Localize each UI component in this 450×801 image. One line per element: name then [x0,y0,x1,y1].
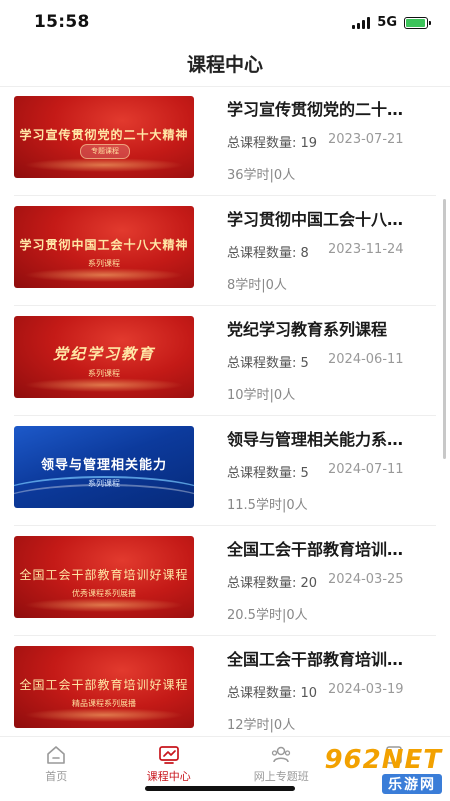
course-thumbnail[interactable]: 领导与管理相关能力 系列课程 [14,426,194,508]
course-title[interactable]: 全国工会干部教育培训… [227,646,437,670]
course-hours: 11.5学时|0人 [227,494,308,513]
course-date: 2024-03-19 [328,682,404,697]
thumb-title: 全国工会干部教育培训好课程 [14,566,194,583]
thumb-subtitle: 优秀课程系列展播 [14,588,194,599]
course-item[interactable]: 学习宣传贯彻党的二十大精神 专题课程 学习宣传贯彻党的二十… 总课程数量: 19… [0,86,450,196]
thumb-subtitle: 系列课程 [14,368,194,379]
thumb-title: 学习贯彻中国工会十八大精神 [14,236,194,253]
network-label: 5G [377,15,397,30]
course-date: 2024-03-25 [328,572,404,587]
course-date: 2024-07-11 [328,462,404,477]
tab-label: 网上专题班 [254,768,309,784]
course-list[interactable]: 学习宣传贯彻党的二十大精神 专题课程 学习宣传贯彻党的二十… 总课程数量: 19… [0,86,450,736]
course-item[interactable]: 领导与管理相关能力 系列课程 领导与管理相关能力系… 总课程数量: 5 2024… [0,416,450,526]
scrollbar[interactable] [443,199,446,459]
home-icon [45,745,67,765]
course-count: 总课程数量: 5 [227,462,309,481]
thumb-glow [24,158,184,172]
thumb-subtitle: 系列课程 [14,258,194,269]
people-icon [270,745,292,765]
thumb-glow [24,708,184,722]
thumb-title: 学习宣传贯彻党的二十大精神 [14,126,194,143]
tab-label: 课程中心 [147,768,191,784]
course-title[interactable]: 全国工会干部教育培训… [227,536,437,560]
thumb-glow [24,378,184,392]
course-thumbnail[interactable]: 学习贯彻中国工会十八大精神 系列课程 [14,206,194,288]
watermark-logo: 962NET 乐游网 [332,746,442,794]
status-bar: 15:58 5G [0,0,450,44]
course-date: 2024-06-11 [328,352,404,367]
tab-home[interactable]: 首页 [0,737,113,801]
thumb-title: 领导与管理相关能力 [14,454,194,473]
course-thumbnail[interactable]: 全国工会干部教育培训好课程 精品课程系列展播 [14,646,194,728]
thumb-subtitle: 系列课程 [14,478,194,489]
course-hours: 10学时|0人 [227,384,295,403]
course-hours: 8学时|0人 [227,274,287,293]
course-count: 总课程数量: 10 [227,682,317,701]
course-thumbnail[interactable]: 学习宣传贯彻党的二十大精神 专题课程 [14,96,194,178]
course-center-icon [158,745,180,765]
thumb-subtitle: 精品课程系列展播 [14,698,194,709]
tab-label: 首页 [45,768,67,784]
course-title[interactable]: 学习宣传贯彻党的二十… [227,96,437,120]
thumb-glow [24,268,184,282]
course-title[interactable]: 领导与管理相关能力系… [227,426,437,450]
course-hours: 36学时|0人 [227,164,295,183]
thumb-glow [24,598,184,612]
course-item[interactable]: 党纪学习教育 系列课程 党纪学习教育系列课程 总课程数量: 5 2024-06-… [0,306,450,416]
battery-level [406,19,425,27]
thumb-tag: 专题课程 [80,144,130,159]
course-count: 总课程数量: 5 [227,352,309,371]
course-title[interactable]: 学习贯彻中国工会十八… [227,206,437,230]
course-count: 总课程数量: 19 [227,132,317,151]
course-thumbnail[interactable]: 党纪学习教育 系列课程 [14,316,194,398]
course-count: 总课程数量: 20 [227,572,317,591]
thumb-title: 党纪学习教育 [14,343,194,364]
course-date: 2023-07-21 [328,132,404,147]
signal-icon [352,17,370,29]
status-indicators: 5G [352,15,428,30]
watermark-main: 962NET [324,746,442,774]
course-hours: 20.5学时|0人 [227,604,308,623]
course-title[interactable]: 党纪学习教育系列课程 [227,316,437,340]
status-time: 15:58 [34,12,90,32]
course-hours: 12学时|0人 [227,714,295,733]
course-thumbnail[interactable]: 全国工会干部教育培训好课程 优秀课程系列展播 [14,536,194,618]
thumb-title: 全国工会干部教育培训好课程 [14,676,194,693]
course-item[interactable]: 学习贯彻中国工会十八大精神 系列课程 学习贯彻中国工会十八… 总课程数量: 8 … [0,196,450,306]
tab-course-center[interactable]: 课程中心 [113,737,226,801]
home-indicator [145,786,295,791]
page-title: 课程中心 [0,44,450,86]
course-item[interactable]: 全国工会干部教育培训好课程 优秀课程系列展播 全国工会干部教育培训… 总课程数量… [0,526,450,636]
course-count: 总课程数量: 8 [227,242,309,261]
tab-online-class[interactable]: 网上专题班 [225,737,338,801]
course-date: 2023-11-24 [328,242,404,257]
course-item[interactable]: 全国工会干部教育培训好课程 精品课程系列展播 全国工会干部教育培训… 总课程数量… [0,636,450,736]
battery-icon [404,17,428,29]
watermark-sub: 乐游网 [382,774,442,794]
page-header: 课程中心 [0,44,450,87]
